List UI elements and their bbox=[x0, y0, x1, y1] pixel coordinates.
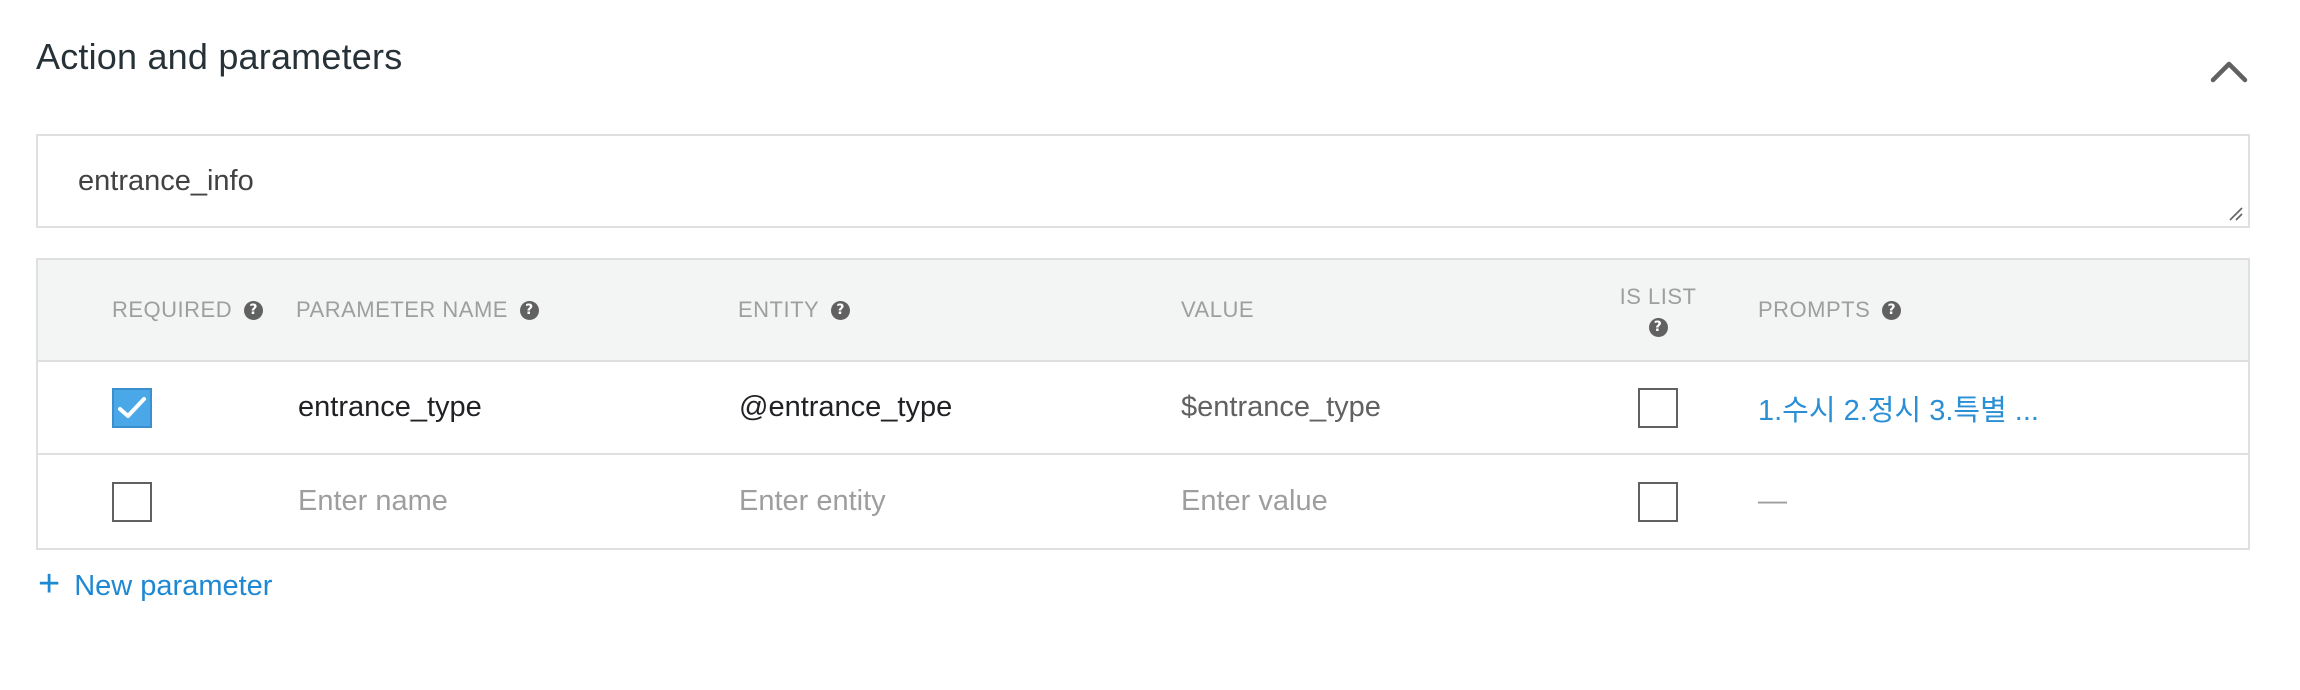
header-entity: ENTITY ? bbox=[738, 260, 851, 360]
header-entity-label: ENTITY bbox=[738, 297, 820, 322]
value-placeholder: Enter value bbox=[1181, 485, 1328, 517]
help-icon[interactable]: ? bbox=[1882, 300, 1902, 320]
collapse-button[interactable] bbox=[2208, 50, 2250, 92]
header-prompts-label: PROMPTS bbox=[1758, 297, 1871, 322]
action-name-value: entrance_info bbox=[78, 164, 254, 197]
required-checkbox[interactable] bbox=[112, 481, 152, 522]
required-cell bbox=[112, 362, 152, 453]
checkmark-icon bbox=[118, 396, 146, 418]
is-list-checkbox[interactable] bbox=[1638, 481, 1678, 522]
header-required-label: REQUIRED bbox=[112, 297, 233, 322]
required-checkbox[interactable] bbox=[112, 387, 152, 428]
parameter-name-field[interactable]: entrance_type bbox=[298, 362, 482, 453]
parameters-table: REQUIRED ? PARAMETER NAME ? ENTITY ? VAL… bbox=[36, 258, 2250, 550]
header-is-list: IS LIST ? bbox=[1620, 260, 1696, 360]
help-icon[interactable]: ? bbox=[831, 300, 851, 320]
is-list-checkbox[interactable] bbox=[1638, 387, 1678, 428]
prompts-dash: — bbox=[1758, 485, 1787, 517]
help-icon[interactable]: ? bbox=[1648, 317, 1668, 337]
prompts-text: 1.수시 2.정시 3.특별 ... bbox=[1758, 394, 2039, 427]
help-icon[interactable]: ? bbox=[244, 300, 264, 320]
parameter-name-value: entrance_type bbox=[298, 391, 482, 423]
plus-icon: + bbox=[38, 562, 61, 605]
new-parameter-button[interactable]: + New parameter bbox=[38, 565, 273, 603]
header-is-list-label: IS LIST bbox=[1619, 283, 1697, 309]
header-required: REQUIRED ? bbox=[112, 260, 264, 360]
section-title: Action and parameters bbox=[36, 36, 403, 77]
entity-input[interactable]: Enter entity bbox=[739, 455, 886, 548]
new-parameter-label: New parameter bbox=[74, 570, 273, 602]
entity-placeholder: Enter entity bbox=[739, 485, 886, 517]
value-text: $entrance_type bbox=[1181, 391, 1381, 423]
required-cell bbox=[112, 455, 152, 548]
table-row: Enter name Enter entity Enter value — bbox=[38, 455, 2248, 548]
is-list-cell bbox=[1638, 455, 1678, 548]
header-prompts: PROMPTS ? bbox=[1758, 260, 1902, 360]
entity-field[interactable]: @entrance_type bbox=[739, 362, 952, 453]
header-value: VALUE bbox=[1181, 260, 1254, 360]
value-input[interactable]: Enter value bbox=[1181, 455, 1328, 548]
is-list-cell bbox=[1638, 362, 1678, 453]
table-row: entrance_type @entrance_type $entrance_t… bbox=[38, 362, 2248, 455]
header-parameter-name: PARAMETER NAME ? bbox=[296, 260, 539, 360]
header-parameter-name-label: PARAMETER NAME bbox=[296, 297, 508, 322]
resize-handle-icon[interactable] bbox=[2226, 204, 2244, 222]
header-value-label: VALUE bbox=[1181, 297, 1255, 322]
action-name-input[interactable]: entrance_info bbox=[36, 134, 2250, 228]
table-header: REQUIRED ? PARAMETER NAME ? ENTITY ? VAL… bbox=[38, 260, 2248, 362]
chevron-up-icon bbox=[2210, 61, 2248, 83]
value-field[interactable]: $entrance_type bbox=[1181, 362, 1381, 453]
prompts-empty: — bbox=[1758, 455, 1787, 548]
prompts-link[interactable]: 1.수시 2.정시 3.특별 ... bbox=[1758, 362, 2039, 453]
help-icon[interactable]: ? bbox=[519, 300, 539, 320]
parameter-name-input[interactable]: Enter name bbox=[298, 455, 448, 548]
entity-value: @entrance_type bbox=[739, 391, 953, 423]
parameter-name-placeholder: Enter name bbox=[298, 485, 448, 517]
